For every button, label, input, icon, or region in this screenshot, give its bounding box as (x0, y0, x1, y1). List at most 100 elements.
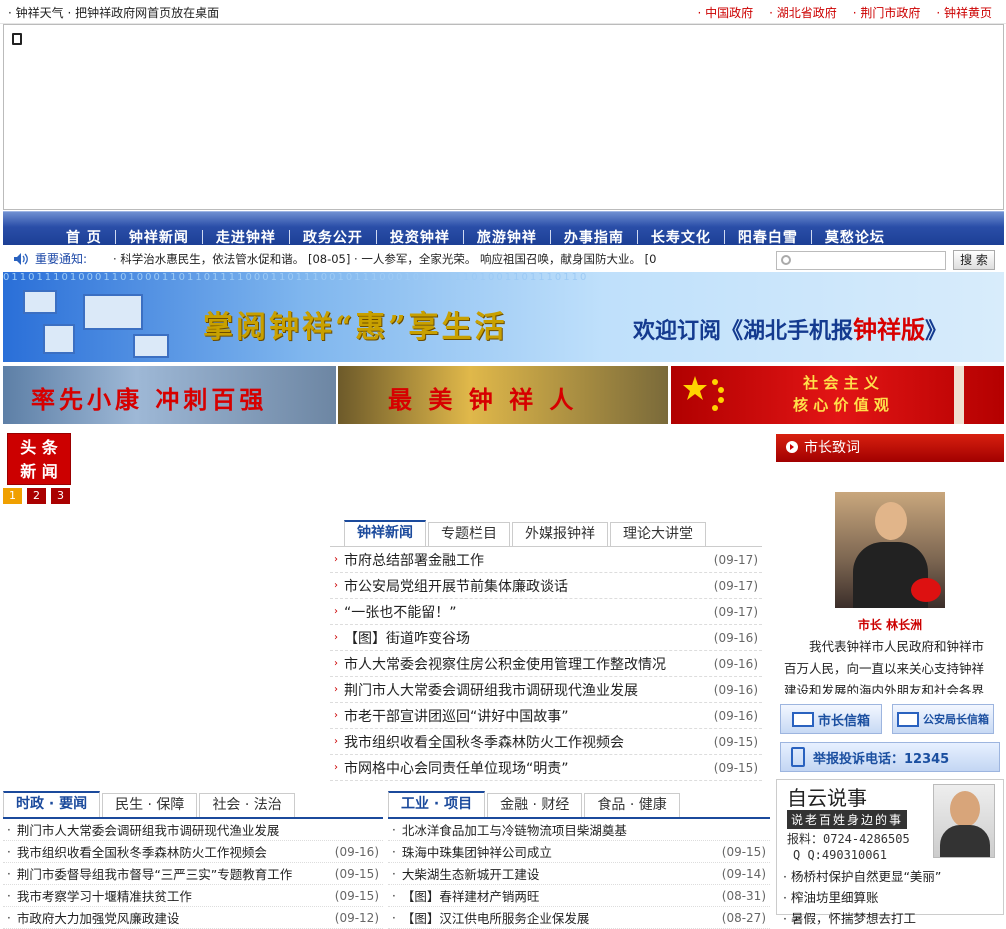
tab[interactable]: 工业 · 项目 (388, 791, 486, 817)
banner-core-values[interactable]: 社 会 主 义核 心 价 值 观 (671, 366, 1004, 424)
nav-item[interactable]: 首 页 (53, 227, 115, 247)
news-date: (09-17) (713, 552, 758, 567)
news-title[interactable]: 我市组织收看全国秋冬季森林防火工作视频会 (344, 732, 714, 752)
news-date: (09-16) (713, 656, 758, 671)
tab[interactable]: 时政 · 要闻 (3, 791, 101, 817)
banner-title: 掌阅钟祥“惠”享生活 (203, 310, 508, 345)
news-title[interactable]: 市老干部宣讲团巡回“讲好中国故事” (344, 706, 714, 726)
link-china-gov[interactable]: · 中国政府 (697, 4, 753, 21)
headline-pager: 1 2 3 (3, 488, 70, 504)
bullet-icon: › (334, 580, 338, 591)
news-title[interactable]: 【图】春祥建材产销两旺 (402, 886, 722, 905)
news-item[interactable]: · 大柴湖生态新城开工建设 (09-14) (388, 863, 770, 885)
mayor-speech-header[interactable]: 市长致词 (776, 434, 1004, 462)
news-item[interactable]: › 市老干部宣讲团巡回“讲好中国故事” (09-16) (330, 703, 762, 729)
news-date: (09-14) (721, 866, 766, 881)
nav-item[interactable]: 投资钟祥 (377, 227, 463, 247)
main-nav: 首 页钟祥新闻 走进钟祥 政务公开 投资钟祥 旅游钟祥 办事指南 长寿文化 阳春白雪 莫愁论坛 (3, 211, 1004, 247)
news-title[interactable]: 市网格中心会同责任单位现场“明责” (344, 758, 714, 778)
ziyun-talk-box: 自云说事 说老百姓身边的事 报料：0724-4286505 Q Q:490310… (776, 779, 1004, 926)
nav-item[interactable]: 阳春白雪 (725, 227, 811, 247)
news-item[interactable]: › 【图】街道咋变谷场 (09-16) (330, 625, 762, 651)
news-item[interactable]: · 珠海中珠集团钟祥公司成立 (09-15) (388, 841, 770, 863)
news-item[interactable]: · 我市组织收看全国秋冬季森林防火工作视频会 (09-16) (3, 841, 383, 863)
news-item[interactable]: › 市网格中心会同责任单位现场“明责” (09-15) (330, 755, 762, 781)
news-title[interactable]: 我市组织收看全国秋冬季森林防火工作视频会 (17, 842, 335, 861)
news-title[interactable]: 荆门市委督导组我市督导“三严三实”专题教育工作 (17, 864, 335, 883)
news-item[interactable]: › 市人大常委会视察住房公积金使用管理工作整改情况 (09-16) (330, 651, 762, 677)
ziyun-title[interactable]: 自云说事 (787, 782, 867, 811)
news-date: (09-16) (713, 682, 758, 697)
news-title[interactable]: 我市考察学习十堰精准扶贫工作 (17, 886, 335, 905)
news-item[interactable]: › 市府总结部署金融工作 (09-17) (330, 547, 762, 573)
ziyun-item[interactable]: · 暑假，怀揣梦想去打工 (783, 908, 941, 929)
news-title[interactable]: 荆门市人大常委会调研组我市调研现代渔业发展 (17, 820, 379, 839)
news-title[interactable]: “一张也不能留！” (344, 602, 714, 622)
news-title[interactable]: 市公安局党组开展节前集体廉政谈话 (344, 576, 714, 596)
link-hubei-gov[interactable]: · 湖北省政府 (769, 4, 837, 21)
news-item[interactable]: · 我市考察学习十堰精准扶贫工作 (09-15) (3, 885, 383, 907)
news-item[interactable]: · 市政府大力加强党风廉政建设 (09-12) (3, 907, 383, 929)
news-title[interactable]: 北冰洋食品加工与冷链物流项目柴湖奠基 (402, 820, 766, 839)
link-yellow-pages[interactable]: · 钟祥黄页 (936, 4, 992, 21)
ziyun-subtitle: 说老百姓身边的事 (787, 810, 908, 829)
nav-item[interactable]: 旅游钟祥 (464, 227, 550, 247)
pager-1[interactable]: 1 (3, 488, 22, 504)
news-panel: 钟祥新闻 专题栏目 外媒报钟祥 理论大讲堂 › 市府总结部署金融工作 (09-17) › 市公… (330, 520, 762, 783)
news-item[interactable]: › 我市组织收看全国秋冬季森林防火工作视频会 (09-15) (330, 729, 762, 755)
pager-3[interactable]: 3 (51, 488, 70, 504)
news-title[interactable]: 荆门市人大常委会调研组我市调研现代渔业发展 (344, 680, 714, 700)
news-item[interactable]: › “一张也不能留！” (09-17) (330, 599, 762, 625)
banner-mobile-newspaper[interactable]: 0110111010001101000110110111100011011100… (3, 272, 1004, 362)
pager-2[interactable]: 2 (27, 488, 46, 504)
news-title[interactable]: 珠海中珠集团钟祥公司成立 (402, 842, 722, 861)
police-mailbox-button[interactable]: 公安局长信箱 (892, 704, 994, 734)
nav-item[interactable]: 长寿文化 (638, 227, 724, 247)
news-title[interactable]: 【图】街道咋变谷场 (344, 628, 714, 648)
tab[interactable]: 金融 · 财经 (487, 793, 583, 817)
tab[interactable]: 社会 · 法治 (199, 793, 295, 817)
news-item[interactable]: · 【图】汉江供电所服务企业保发展 (08-27) (388, 907, 770, 929)
search-button[interactable]: 搜 索 (953, 250, 995, 270)
device-icon (133, 334, 169, 358)
weather-desktop-link[interactable]: · 钟祥天气 · 把钟祥政府网首页放在桌面 (8, 4, 219, 21)
nav-item[interactable]: 莫愁论坛 (812, 227, 898, 247)
ziyun-item[interactable]: · 榨油坊里细算账 (783, 887, 941, 908)
news-title[interactable]: 市人大常委会视察住房公积金使用管理工作整改情况 (344, 654, 714, 674)
news-item[interactable]: · 荆门市人大常委会调研组我市调研现代渔业发展 (3, 819, 383, 841)
tab[interactable]: 专题栏目 (428, 522, 510, 546)
news-title[interactable]: 市府总结部署金融工作 (344, 550, 714, 570)
nav-item[interactable]: 政务公开 (290, 227, 376, 247)
hotline-banner[interactable]: 举报投诉电话：12345 (780, 742, 1000, 772)
news-item[interactable]: · 荆门市委督导组我市督导“三严三实”专题教育工作 (09-15) (3, 863, 383, 885)
news-date: (09-15) (713, 734, 758, 749)
flash-header-area (3, 24, 1004, 210)
notice-marquee[interactable]: · 科学治水惠民生，依法管水促和谐。 [08-05] · 一人参军，全家光荣。 … (113, 251, 713, 267)
nav-item[interactable]: 走进钟祥 (203, 227, 289, 247)
link-jingmen-gov[interactable]: · 荆门市政府 (853, 4, 921, 21)
news-item[interactable]: › 市公安局党组开展节前集体廉政谈话 (09-17) (330, 573, 762, 599)
tab[interactable]: 理论大讲堂 (610, 522, 706, 546)
ziyun-item[interactable]: · 杨桥村保护自然更显“美丽” (783, 866, 941, 887)
news-title[interactable]: 市政府大力加强党风廉政建设 (17, 908, 335, 927)
tab[interactable]: 外媒报钟祥 (512, 522, 608, 546)
tab[interactable]: 食品 · 健康 (584, 793, 680, 817)
tab[interactable]: 民生 · 保障 (102, 793, 198, 817)
news-item[interactable]: › 荆门市人大常委会调研组我市调研现代渔业发展 (09-16) (330, 677, 762, 703)
bullet-icon: › (334, 684, 338, 695)
banner-xiaokang[interactable]: 率先小康 冲刺百强 (3, 366, 336, 424)
news-title[interactable]: 【图】汉江供电所服务企业保发展 (402, 908, 722, 927)
search-input[interactable] (776, 251, 946, 270)
mayor-mailbox-button[interactable]: 市长信箱 (780, 704, 882, 734)
bullet-icon: · (392, 822, 396, 837)
bullet-icon: · (392, 866, 396, 881)
ziyun-photo (933, 784, 995, 858)
banner-beautiful-people[interactable]: 最 美 钟 祥 人 (338, 366, 668, 424)
news-item[interactable]: · 【图】春祥建材产销两旺 (08-31) (388, 885, 770, 907)
bullet-icon: · (392, 844, 396, 859)
news-item[interactable]: · 北冰洋食品加工与冷链物流项目柴湖奠基 (388, 819, 770, 841)
news-title[interactable]: 大柴湖生态新城开工建设 (402, 864, 722, 883)
tab[interactable]: 钟祥新闻 (344, 520, 426, 546)
nav-item[interactable]: 办事指南 (551, 227, 637, 247)
nav-item[interactable]: 钟祥新闻 (116, 227, 202, 247)
